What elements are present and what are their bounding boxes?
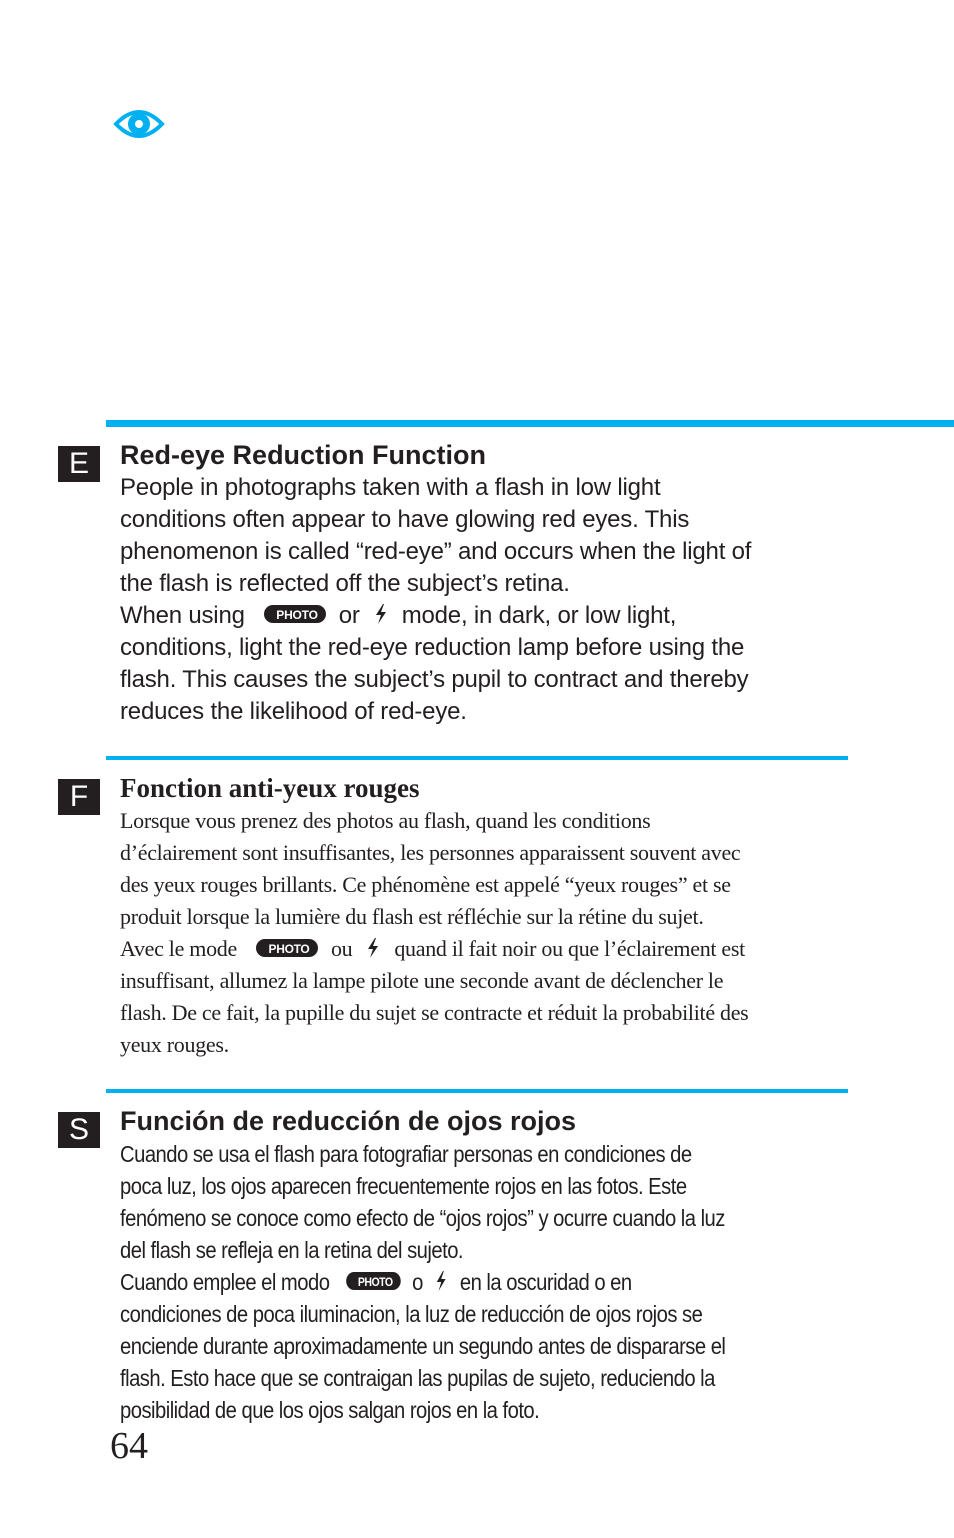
page-number: 64 xyxy=(110,1425,148,1467)
body-line: Lorsque vous prenez des photos au flash,… xyxy=(120,808,651,833)
body-line: d’éclairement sont insuffisantes, les pe… xyxy=(120,840,741,865)
body-line: posibilidad de que los ojos salgan rojos… xyxy=(120,1397,540,1423)
section-french: Fonction anti-yeux rouges Lorsque vous p… xyxy=(120,771,840,1061)
body-line: the flash is reflected off the subject’s… xyxy=(120,570,570,597)
section-title-english: Red-eye Reduction Function xyxy=(120,440,487,470)
body-line: poca luz, los ojos aparecen frecuentemen… xyxy=(120,1173,687,1199)
body-line: enciende durante aproximadamente un segu… xyxy=(120,1333,726,1359)
body-line: condiciones de poca iluminacion, la luz … xyxy=(120,1301,703,1327)
body-line: des yeux rouges brillants. Ce phénomène … xyxy=(120,872,731,897)
language-badge-french: F xyxy=(58,779,100,815)
eye-icon xyxy=(113,110,165,138)
svg-text:PHOTO: PHOTO xyxy=(358,1276,393,1289)
flash-icon xyxy=(368,937,379,958)
mode-line: Avec le mode PHOTO ou quand il fait noir ou… xyxy=(120,933,840,965)
section-spanish: Función de reducción de ojos rojos Cuand… xyxy=(120,1104,840,1426)
section-divider-spanish xyxy=(106,1089,848,1093)
body-line: reduces the likelihood of red-eye. xyxy=(120,698,467,725)
section-title-french: Fonction anti-yeux rouges xyxy=(120,773,420,803)
section-divider-french xyxy=(106,756,848,760)
body-line: conditions, light the red-eye reduction … xyxy=(120,634,745,661)
flash-icon xyxy=(436,1270,446,1291)
section-body-english: People in photographs taken with a flash… xyxy=(120,472,840,728)
flash-icon xyxy=(375,603,386,624)
mode-text-between: o xyxy=(412,1269,423,1295)
body-line: Cuando se usa el flash para fotografiar … xyxy=(120,1141,692,1167)
body-line: phenomenon is called “red-eye” and occur… xyxy=(120,538,752,565)
language-badge-english: E xyxy=(58,446,100,482)
mode-text-after: quand il fait noir ou que l’éclairement … xyxy=(394,936,745,961)
photo-mode-icon: PHOTO xyxy=(255,938,318,957)
body-line: produit lorsque la lumière du flash est … xyxy=(120,904,704,929)
svg-text:PHOTO: PHOTO xyxy=(268,942,309,956)
photo-mode-icon: PHOTO xyxy=(263,604,326,623)
body-line: fenómeno se conoce como efecto de “ojos … xyxy=(120,1205,725,1231)
body-line: insuffisant, allumez la lampe pilote une… xyxy=(120,968,724,993)
mode-text-before: When using xyxy=(120,602,245,629)
section-body-french: Lorsque vous prenez des photos au flash,… xyxy=(120,805,840,1061)
body-line: flash. De ce fait, la pupille du sujet s… xyxy=(120,1000,749,1025)
section-english: Red-eye Reduction Function People in pho… xyxy=(120,438,840,728)
photo-mode-icon: PHOTO xyxy=(346,1271,401,1290)
section-divider-english xyxy=(106,420,954,427)
body-line: flash. This causes the subject’s pupil t… xyxy=(120,666,749,693)
mode-text-after: mode, in dark, or low light, xyxy=(401,602,677,629)
section-body-spanish: Cuando se usa el flash para fotografiar … xyxy=(120,1138,840,1426)
body-line: del flash se refleja en la retina del su… xyxy=(120,1237,464,1263)
mode-text-after: en la oscuridad o en xyxy=(459,1269,632,1295)
body-line: flash. Esto hace que se contraigan las p… xyxy=(120,1365,715,1391)
body-line: conditions often appear to have glowing … xyxy=(120,506,690,533)
mode-text-before: Avec le mode xyxy=(120,936,237,961)
mode-text-between: or xyxy=(338,602,360,629)
body-line: yeux rouges. xyxy=(120,1032,229,1057)
section-title-spanish: Función de reducción de ojos rojos xyxy=(120,1106,577,1136)
body-line: People in photographs taken with a flash… xyxy=(120,474,661,501)
mode-text-between: ou xyxy=(330,936,353,961)
mode-line: When using PHOTO or mode, in dark, or low l… xyxy=(120,600,840,632)
svg-text:PHOTO: PHOTO xyxy=(276,608,317,622)
language-badge-spanish: S xyxy=(58,1112,100,1148)
mode-text-before: Cuando emplee el modo xyxy=(120,1269,330,1295)
mode-line: Cuando emplee el modo PHOTO o en la oscurid… xyxy=(120,1266,840,1298)
